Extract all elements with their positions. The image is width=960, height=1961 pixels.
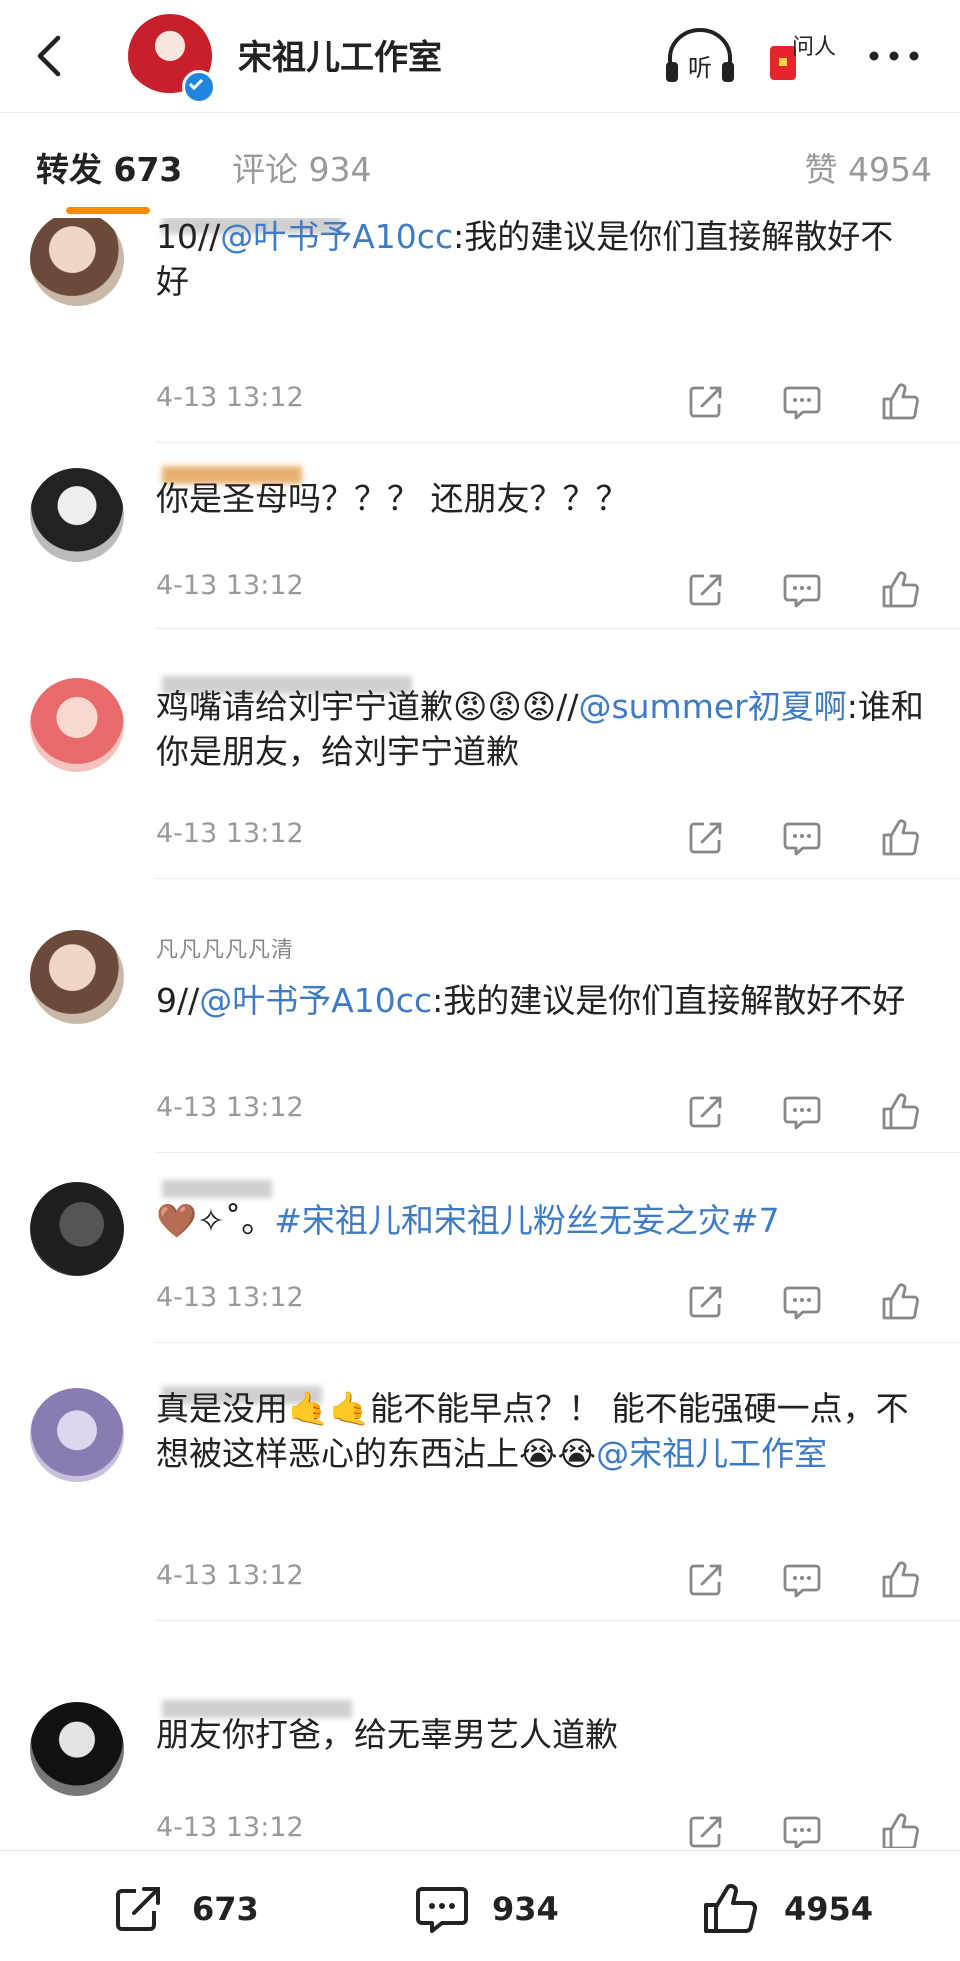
- timestamp: 4-13 13:12: [156, 1282, 304, 1313]
- comment-text: 🤎✧˚。#宋祖儿和宋祖儿粉丝无妄之灾#7: [156, 1201, 780, 1240]
- active-tab-indicator: [66, 207, 150, 214]
- comment-text: 朋友你打爸，给无辜男艺人道歉: [156, 1715, 618, 1754]
- item-repost-icon[interactable]: [686, 1560, 726, 1600]
- item-actions: [686, 570, 926, 610]
- comment-text: 9//@叶书予A10cc:我的建议是你们直接解散好不好: [156, 981, 906, 1020]
- user-avatar[interactable]: [30, 1388, 124, 1482]
- like-button[interactable]: 4954: [700, 1881, 900, 1937]
- item-repost-icon[interactable]: [686, 1812, 726, 1848]
- item-comment-icon[interactable]: [782, 382, 822, 422]
- user-avatar[interactable]: [30, 678, 124, 772]
- item-actions: [686, 1560, 926, 1600]
- item-comment-icon[interactable]: [782, 1092, 822, 1132]
- item-like-icon[interactable]: [880, 1812, 920, 1848]
- username[interactable]: 凡凡凡凡凡清: [156, 932, 294, 964]
- divider: [156, 1342, 960, 1343]
- item-like-icon[interactable]: [880, 570, 920, 610]
- user-avatar[interactable]: [30, 930, 124, 1024]
- item-repost-icon[interactable]: [686, 1092, 726, 1132]
- item-actions: [686, 1812, 926, 1848]
- item-actions: [686, 382, 926, 422]
- item-comment-icon[interactable]: [782, 1812, 822, 1848]
- timestamp: 4-13 13:12: [156, 570, 304, 601]
- repost-count: 673: [192, 1890, 259, 1928]
- comment-text: 鸡嘴请给刘宇宁道歉😡😡😡//@summer初夏啊:谁和你是朋友，给刘宇宁道歉: [156, 687, 924, 771]
- mention-link[interactable]: @叶书予A10cc: [220, 218, 453, 256]
- user-avatar[interactable]: [30, 1182, 124, 1276]
- divider: [156, 1620, 960, 1621]
- comment-text: 10//@叶书予A10cc:我的建议是你们直接解散好不好: [156, 218, 894, 301]
- item-like-icon[interactable]: [880, 1282, 920, 1322]
- item-actions: [686, 818, 926, 858]
- item-comment-icon[interactable]: [782, 818, 822, 858]
- comment-text: 你是圣母吗？？？ 还朋友？？？: [156, 479, 629, 518]
- divider: [156, 442, 960, 443]
- tab-repost[interactable]: 转发 673: [36, 143, 182, 191]
- item-like-icon[interactable]: [880, 1092, 920, 1132]
- tab-like[interactable]: 赞 4954: [805, 143, 932, 191]
- listen-headphones-icon[interactable]: 听: [660, 24, 740, 88]
- item-like-icon[interactable]: [880, 818, 920, 858]
- more-options-icon[interactable]: [864, 24, 924, 88]
- item-comment-icon[interactable]: [782, 1560, 822, 1600]
- item-like-icon[interactable]: [880, 1560, 920, 1600]
- bottom-action-bar: 673 934 4954: [0, 1850, 960, 1961]
- timestamp: 4-13 13:12: [156, 382, 304, 413]
- item-repost-icon[interactable]: [686, 570, 726, 610]
- ask-icon[interactable]: 问人: [762, 24, 838, 88]
- item-repost-icon[interactable]: [686, 382, 726, 422]
- hashtag-link[interactable]: #宋祖儿和宋祖儿粉丝无妄之灾#: [274, 1201, 758, 1240]
- page-title[interactable]: 宋祖儿工作室: [238, 30, 442, 79]
- comment-icon: [416, 1887, 468, 1933]
- divider: [156, 628, 960, 629]
- item-comment-icon[interactable]: [782, 1282, 822, 1322]
- thumbs-up-icon: [704, 1884, 758, 1933]
- timestamp: 4-13 13:12: [156, 1812, 304, 1843]
- timestamp: 4-13 13:12: [156, 1092, 304, 1123]
- top-bar: 宋祖儿工作室 听 问人: [0, 0, 960, 112]
- item-actions: [686, 1282, 926, 1322]
- tab-comment[interactable]: 评论 934: [232, 143, 371, 191]
- mention-link[interactable]: @宋祖儿工作室: [596, 1434, 827, 1473]
- ask-label: 问人: [792, 35, 836, 60]
- tab-bar: 转发 673 评论 934 赞 4954: [0, 112, 960, 214]
- timestamp: 4-13 13:12: [156, 818, 304, 849]
- user-avatar[interactable]: [30, 1702, 124, 1796]
- item-repost-icon[interactable]: [686, 818, 726, 858]
- verified-badge-icon: [182, 70, 216, 104]
- item-like-icon[interactable]: [880, 382, 920, 422]
- share-icon: [116, 1887, 160, 1931]
- comment-count: 934: [492, 1890, 559, 1928]
- like-count: 4954: [784, 1890, 874, 1928]
- mention-link[interactable]: @summer初夏啊: [578, 687, 846, 726]
- comment-button[interactable]: 934: [412, 1881, 572, 1937]
- item-actions: [686, 1092, 926, 1132]
- item-repost-icon[interactable]: [686, 1282, 726, 1322]
- listen-label: 听: [688, 54, 712, 82]
- repost-list[interactable]: 10//@叶书予A10cc:我的建议是你们直接解散好不好 4-13 13:12 …: [0, 218, 960, 1848]
- timestamp: 4-13 13:12: [156, 1560, 304, 1591]
- mention-link[interactable]: @叶书予A10cc: [199, 981, 432, 1020]
- repost-button[interactable]: 673: [110, 1881, 270, 1937]
- item-comment-icon[interactable]: [782, 570, 822, 610]
- user-avatar[interactable]: [30, 468, 124, 562]
- back-arrow-icon[interactable]: [28, 30, 80, 82]
- divider: [156, 878, 960, 879]
- divider: [156, 1152, 960, 1153]
- comment-text: 真是没用🤙🤙能不能早点？！ 能不能强硬一点，不想被这样恶心的东西沾上😭😭@宋祖儿…: [156, 1389, 909, 1473]
- user-avatar[interactable]: [30, 218, 124, 306]
